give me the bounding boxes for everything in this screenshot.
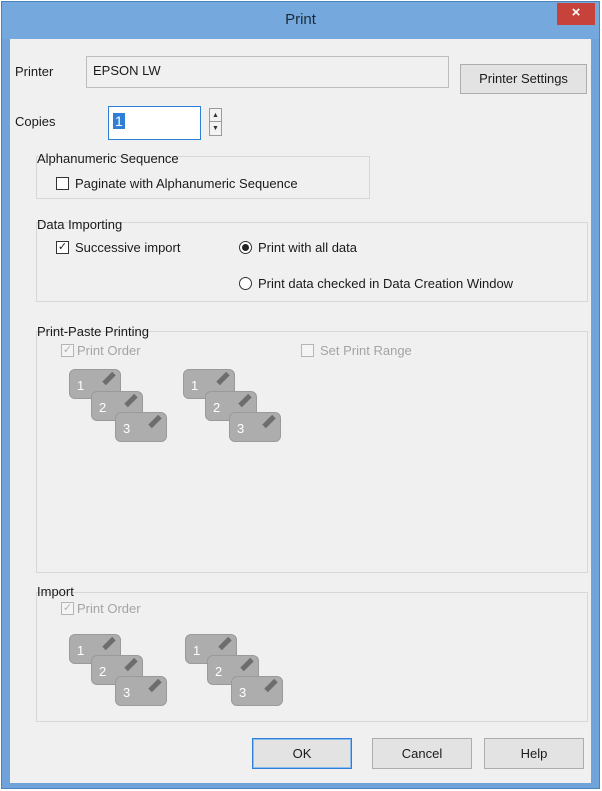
import-order-card: 3 xyxy=(115,676,167,706)
checkmark-icon: ✓ xyxy=(62,344,73,356)
successive-import-label[interactable]: Successive import xyxy=(75,240,180,255)
spin-down-icon[interactable]: ▼ xyxy=(210,122,221,135)
data-importing-title: Data Importing xyxy=(37,217,123,232)
print-dialog: Print × Printer EPSON LW Printer Setting… xyxy=(1,1,600,789)
checkmark-icon: ✓ xyxy=(57,241,68,253)
alphanumeric-title: Alphanumeric Sequence xyxy=(37,151,179,166)
copies-input[interactable]: 1 xyxy=(108,106,201,140)
printer-label: Printer xyxy=(15,64,54,79)
print-paste-group xyxy=(36,331,588,573)
dialog-body: Printer EPSON LW Printer Settings Copies… xyxy=(10,39,591,783)
print-order-card: 3 xyxy=(115,412,167,442)
import-order-card: 3 xyxy=(231,676,283,706)
print-paste-title: Print-Paste Printing xyxy=(37,324,149,339)
printer-name-field: EPSON LW xyxy=(86,56,449,88)
ok-button[interactable]: OK xyxy=(252,738,352,769)
successive-import-checkbox[interactable]: ✓ xyxy=(56,241,69,254)
close-icon[interactable]: × xyxy=(557,3,595,25)
copies-spinner[interactable]: ▲ ▼ xyxy=(209,108,222,136)
radio-print-all[interactable] xyxy=(239,241,252,254)
title-bar[interactable]: Print × xyxy=(2,2,599,39)
radio-print-checked[interactable] xyxy=(239,277,252,290)
paginate-label[interactable]: Paginate with Alphanumeric Sequence xyxy=(75,176,298,191)
window-title: Print xyxy=(285,11,316,28)
import-order-checkbox: ✓ xyxy=(61,602,74,615)
radio-print-checked-label[interactable]: Print data checked in Data Creation Wind… xyxy=(258,276,513,291)
import-order-label: Print Order xyxy=(77,601,141,616)
print-paste-order-label: Print Order xyxy=(77,343,141,358)
cancel-button[interactable]: Cancel xyxy=(372,738,472,769)
import-title: Import xyxy=(37,584,74,599)
spin-up-icon[interactable]: ▲ xyxy=(210,109,221,122)
paginate-checkbox[interactable] xyxy=(56,177,69,190)
radio-selected-dot xyxy=(242,244,249,251)
copies-value: 1 xyxy=(113,113,125,129)
help-button[interactable]: Help xyxy=(484,738,584,769)
set-print-range-checkbox xyxy=(301,344,314,357)
print-order-card: 3 xyxy=(229,412,281,442)
print-paste-order-checkbox: ✓ xyxy=(61,344,74,357)
radio-print-all-label[interactable]: Print with all data xyxy=(258,240,357,255)
printer-settings-button[interactable]: Printer Settings xyxy=(460,64,587,94)
copies-label: Copies xyxy=(15,114,56,129)
checkmark-icon: ✓ xyxy=(62,602,73,614)
set-print-range-label: Set Print Range xyxy=(320,343,412,358)
